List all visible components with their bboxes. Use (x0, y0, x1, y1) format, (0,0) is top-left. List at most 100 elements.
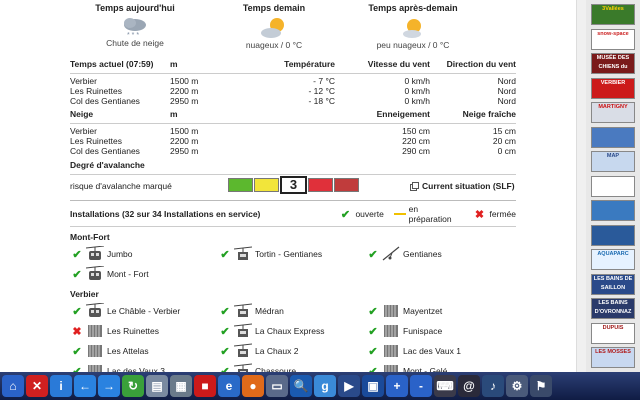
table-cell: Les Ruinettes (70, 136, 122, 146)
sidebar-ad[interactable]: AQUAPARC (591, 249, 635, 270)
legend-label: ouverte (355, 209, 384, 219)
firefox-icon[interactable]: ● (242, 375, 264, 397)
sidebar-ad[interactable]: MAP (591, 151, 635, 172)
stop-icon[interactable]: ■ (194, 375, 216, 397)
sidebar-ad[interactable] (591, 126, 635, 148)
back-icon[interactable]: ← (74, 375, 96, 397)
table-cell: 2950 m (170, 96, 199, 106)
image-icon[interactable]: ▣ (362, 375, 384, 397)
info-icon[interactable]: i (50, 375, 72, 397)
lift-list: ✔ Jumbo ✔ Tortin - Gentianes ✔ Gentianes ✔ Mont… (70, 244, 516, 284)
slf-link-label[interactable]: Current situation (SLF) (422, 181, 515, 191)
close-icon[interactable]: ✕ (26, 375, 48, 397)
cross-icon: ✖ (474, 208, 485, 221)
status-legend: ✔ ouverte en préparation ✖ fermée (328, 204, 516, 224)
sidebar-ad[interactable]: LES BAINS DE SAILLON (591, 273, 635, 295)
ski-lift-icon (382, 246, 400, 261)
sidebar-ad[interactable]: 3Vallées (591, 4, 635, 25)
external-link-icon (410, 181, 419, 191)
table-cell: 2200 m (170, 136, 199, 146)
avalanche-row: risque d'avalanche marqué 3 Current situ… (70, 176, 516, 195)
list-item: ✔ Mont - Fort (70, 264, 218, 284)
divider (70, 123, 516, 124)
check-icon: ✔ (72, 345, 82, 358)
flag-icon[interactable]: ⚑ (530, 375, 552, 397)
browser-icon[interactable]: e (218, 375, 240, 397)
table-cell: Col des Gentianes (70, 96, 140, 106)
home-icon[interactable]: ⌂ (2, 375, 24, 397)
chairlift-icon (384, 305, 398, 317)
slf-link[interactable]: Current situation (SLF) (410, 181, 515, 191)
print-icon[interactable]: ▦ (170, 375, 192, 397)
vertical-scrollbar[interactable] (576, 0, 586, 372)
lift-name: Médran (255, 306, 284, 316)
current-weather-table: Temps actuel (07:59) m Température Vites… (70, 58, 516, 106)
table-cell: - 12 °C (308, 86, 335, 96)
folder-icon[interactable]: ▭ (266, 375, 288, 397)
divider (70, 226, 516, 227)
keyboard-icon[interactable]: ⌨ (434, 375, 456, 397)
table-row: Les Ruinettes 2200 m 220 cm 20 cm (70, 136, 516, 146)
zoom-out-icon[interactable]: - (410, 375, 432, 397)
table-cell: 1500 m (170, 126, 199, 136)
chairlift-icon (88, 325, 102, 337)
sidebar-ad[interactable]: MARTIGNY (591, 102, 635, 123)
cable-car-icon (234, 363, 252, 372)
weather-today-title: Temps aujourd'hui (95, 3, 175, 13)
lift-name: Tortin - Gentianes (255, 249, 323, 259)
table-cell (240, 126, 335, 136)
divider (70, 200, 516, 201)
sidebar-ad[interactable] (591, 200, 635, 221)
lift-name: Funispace (403, 326, 443, 336)
settings-icon[interactable]: ⚙ (506, 375, 528, 397)
table-cell: 15 cm (492, 126, 516, 136)
check-icon: ✔ (368, 325, 378, 338)
table-cell: Nord (497, 96, 516, 106)
chairlift-icon (384, 365, 398, 372)
sidebar-ad[interactable]: LES MOSSES (591, 347, 635, 368)
sound-icon[interactable]: ♪ (482, 375, 504, 397)
check-icon: ✔ (220, 248, 230, 261)
forward-icon[interactable]: → (98, 375, 120, 397)
legend-label: en préparation (408, 204, 452, 224)
weather-after-title: Temps après-demain (368, 3, 458, 13)
sun-cloud-icon (403, 19, 421, 38)
table-row: Les Ruinettes 2200 m - 12 °C 0 km/h Nord (70, 86, 516, 96)
cross-icon: ✖ (72, 325, 82, 338)
chairlift-icon (384, 345, 398, 357)
sidebar-ad[interactable] (591, 175, 635, 197)
zoom-in-icon[interactable]: + (386, 375, 408, 397)
check-icon: ✔ (368, 305, 378, 318)
dash-icon (393, 213, 406, 215)
avalanche-level-swatch (254, 178, 279, 192)
sidebar-ad[interactable]: VERBIER (591, 77, 635, 99)
table-header: Neige m Enneigement Neige fraîche (70, 108, 516, 120)
table-cell: 2950 m (170, 146, 199, 156)
gondola-icon (86, 246, 104, 260)
sidebar-ad[interactable]: snow-space (591, 28, 635, 50)
table-cell (240, 146, 335, 156)
list-item: ✔ Funispace (366, 321, 514, 341)
chairlift-icon (88, 345, 102, 357)
table-header: Temps actuel (07:59) m Température Vites… (70, 58, 516, 70)
search-icon[interactable]: 🔍 (290, 375, 312, 397)
sidebar-ad[interactable] (591, 224, 635, 246)
folder-icon[interactable]: ▤ (146, 375, 168, 397)
email-icon[interactable]: @ (458, 375, 480, 397)
gondola-icon (86, 266, 104, 280)
google-icon[interactable]: g (314, 375, 336, 397)
refresh-icon[interactable]: ↻ (122, 375, 144, 397)
weather-tomorrow-desc: nuageux / 0 °C (245, 40, 303, 50)
sidebar-ad[interactable]: MUSÉE DES CHIENS du Saint-Bernard (591, 53, 635, 74)
cable-car-icon (234, 246, 252, 260)
legend-open: ✔ ouverte (338, 208, 384, 221)
check-icon: ✔ (220, 345, 230, 358)
list-item: ✔ Mayentzet (366, 301, 514, 321)
legend-closed: ✖ fermée (473, 208, 516, 221)
table-cell: Verbier (70, 126, 97, 136)
media-icon[interactable]: ▶ (338, 375, 360, 397)
sidebar-ad[interactable]: LES BAINS D'OVRONNAZ (591, 298, 635, 319)
sidebar-ad[interactable]: DUPUIS (591, 322, 635, 344)
lift-name: Lac des Vaux 1 (403, 346, 461, 356)
header-cell: m (170, 59, 178, 69)
